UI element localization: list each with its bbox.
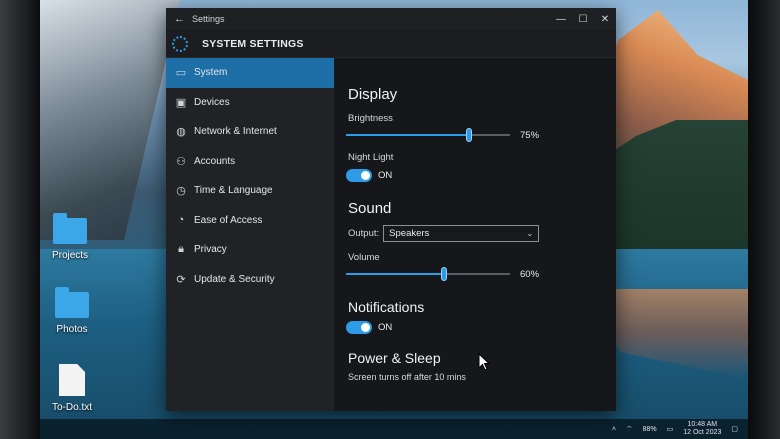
chevron-down-icon: ⌄ [526,229,534,238]
monitor-bezel-right [748,0,780,439]
sidebar-item-network[interactable]: ◍ Network & Internet [166,117,334,147]
sound-heading: Sound [348,200,392,217]
nightlight-toggle-row: ON [346,169,616,182]
sidebar-item-label: Devices [194,96,230,108]
battery-percent[interactable]: 88% [643,426,657,433]
refresh-icon: ⟳ [176,273,186,286]
sidebar-item-label: Privacy [194,244,227,256]
text-file-icon [59,364,85,396]
output-select[interactable]: Speakers ⌄ [383,225,540,242]
globe-icon: ◍ [176,126,186,139]
desktop-icon-projects[interactable]: Projects [40,213,102,261]
title-bar: ← Settings — ☐ ✕ [166,8,616,30]
desktop-icon-todo[interactable]: To-Do.txt [40,364,104,413]
monitor-icon: ▭ [175,67,187,80]
maximize-icon[interactable]: ☐ [572,14,594,25]
chevron-up-icon[interactable]: ˄ [612,426,616,433]
person-icon: ⚇ [176,155,186,168]
sidebar-item-label: Network & Internet [194,126,277,138]
lock-icon: 🔒︎ [178,243,184,256]
taskbar: ˄ ⌔ 88% ▭ 10:48 AM 12 Oct 2023 ▢ [40,419,748,439]
back-arrow-icon[interactable]: ← [174,13,192,25]
time: 10:48 AM [687,421,718,428]
sidebar-item-label: Time & Language [194,185,273,197]
sidebar-item-label: Accounts [194,155,236,167]
mouse-cursor-icon [478,353,490,371]
brightness-fill [346,134,469,136]
settings-window: ← Settings — ☐ ✕ SYSTEM SETTINGS ▭ Syste… [166,8,616,411]
output-select-value: Speakers [389,228,430,239]
minimize-icon[interactable]: — [550,14,572,25]
clock[interactable]: 10:48 AM 12 Oct 2023 [683,421,721,437]
volume-value: 60% [520,268,540,280]
notification-icon[interactable]: ▢ [731,425,738,433]
accessibility-icon: ◔ [177,214,185,227]
notifications-state: ON [378,322,393,333]
brightness-label: Brightness [348,113,393,124]
sidebar-item-privacy[interactable]: 🔒︎ Privacy [166,235,334,265]
settings-header: SYSTEM SETTINGS [166,30,616,58]
gear-icon [172,35,188,52]
volume-thumb[interactable] [441,267,448,281]
volume-label: Volume [348,252,380,263]
window-title: Settings [192,14,225,24]
brightness-value: 75% [520,129,540,141]
volume-fill [346,273,445,275]
sidebar-item-label: System [194,67,228,79]
notifications-toggle[interactable] [346,321,372,334]
volume-slider[interactable]: 60% [346,267,616,281]
window-controls: — ☐ ✕ [550,14,616,25]
notifications-toggle-row: ON [346,321,616,334]
sidebar-item-time-language[interactable]: ◷ Time & Language [166,176,334,206]
folder-icon [55,287,89,318]
desktop-icon-label: To-Do.txt [51,402,92,413]
nightlight-label: Night Light [348,152,394,163]
date: 12 Oct 2023 [683,429,722,436]
brightness-thumb[interactable] [466,128,472,142]
brightness-slider[interactable]: 75% [346,128,616,142]
sidebar-item-label: Update & Security [194,273,275,285]
desktop-icon-label: Projects [51,250,89,261]
wifi-icon[interactable]: ⌔ [626,425,633,434]
nightlight-state: ON [378,170,393,181]
sidebar-item-ease-of-access[interactable]: ◔ Ease of Access [166,206,334,236]
page-title: SYSTEM SETTINGS [202,37,304,50]
nightlight-toggle[interactable] [346,169,372,182]
sidebar-item-system[interactable]: ▭ System [166,58,334,88]
battery-icon[interactable]: ▭ [667,425,674,433]
volume-track [346,267,510,281]
sidebar-item-update-security[interactable]: ⟳ Update & Security [166,265,334,295]
display-heading: Display [348,86,398,103]
brightness-track [346,128,510,142]
output-label: Output: [348,228,380,239]
sidebar: ▭ System ▣ Devices ◍ Network & Internet … [166,58,334,411]
monitor-bezel-left [0,0,40,439]
sidebar-item-devices[interactable]: ▣ Devices [166,88,334,118]
sidebar-item-accounts[interactable]: ⚇ Accounts [166,147,334,177]
clock-icon: ◷ [176,185,186,198]
desktop-icon-photos[interactable]: Photos [40,287,104,335]
power-screen-text: Screen turns off after 10 mins [348,372,466,382]
folder-icon [53,213,87,244]
close-icon[interactable]: ✕ [594,14,616,25]
desktop-icon-label: Photos [56,324,88,335]
notifications-heading: Notifications [348,299,425,315]
sidebar-item-label: Ease of Access [194,214,263,226]
output-row: Output: Speakers ⌄ [346,225,616,242]
mountain-left [40,0,180,240]
devices-icon: ▣ [175,96,187,109]
